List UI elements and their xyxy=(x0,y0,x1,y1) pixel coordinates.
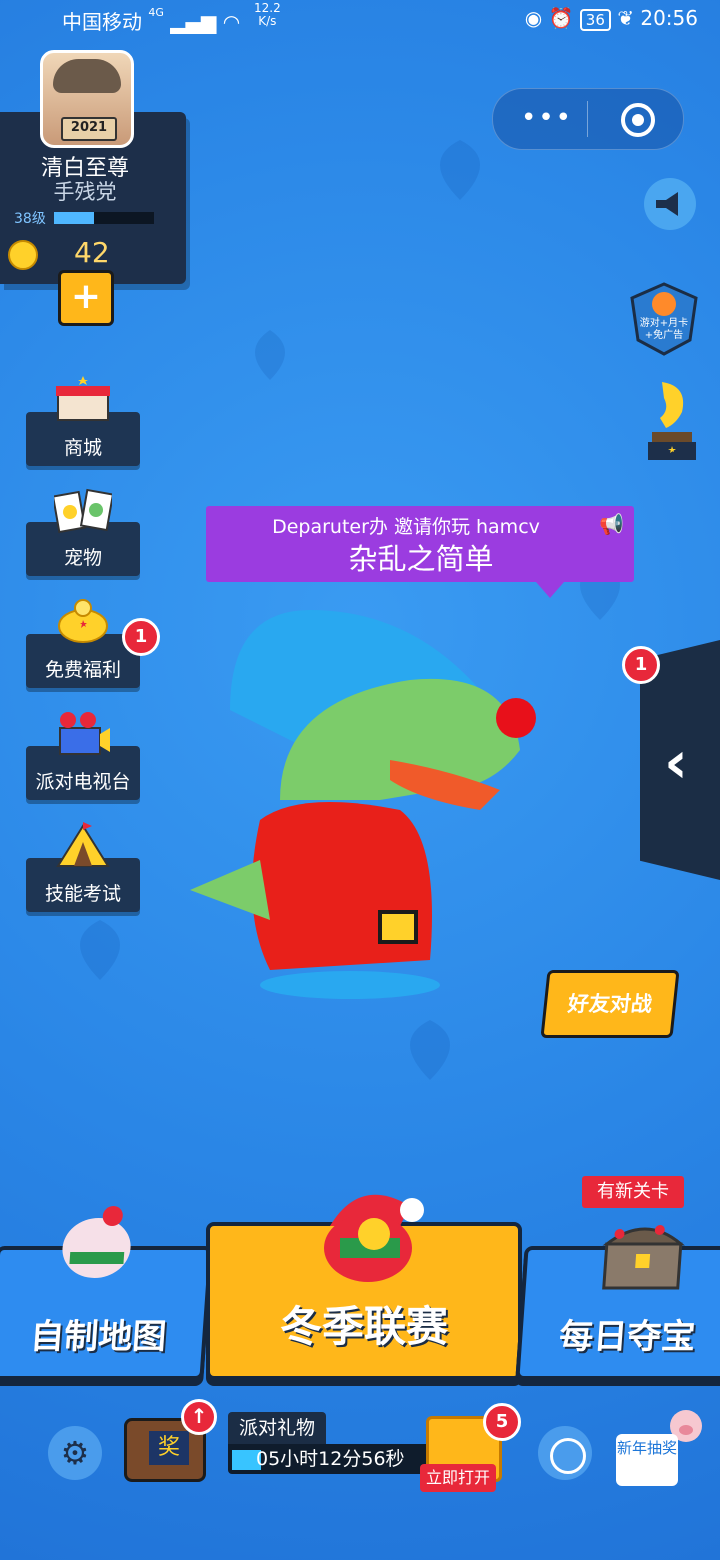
reward-tv-button[interactable]: 奖 ↑ xyxy=(124,1399,217,1482)
sidebar-item-pet[interactable]: 宠物 xyxy=(26,488,140,576)
avatar[interactable]: 2021 xyxy=(40,50,134,148)
rabbit-builder-icon xyxy=(62,1206,131,1278)
eye-icon: ◉ xyxy=(524,6,543,30)
clock: 20:56 xyxy=(640,6,698,30)
sidebar-item-label: 商城 xyxy=(63,437,102,459)
new-level-tag: 有新关卡 xyxy=(582,1176,684,1208)
megaphone-icon xyxy=(656,192,678,216)
close-target-icon[interactable] xyxy=(621,103,655,137)
sidebar-item-label: 派对电视台 xyxy=(35,771,131,793)
player-title: 手残党 xyxy=(53,180,117,204)
capsule-divider xyxy=(587,101,588,137)
gear-icon: ⚙ xyxy=(60,1434,90,1472)
network-speed: 12.2 K/s xyxy=(254,1,281,28)
coin-icon xyxy=(8,240,38,270)
coin-count: 42 xyxy=(74,236,110,269)
arrow-up-icon: ↑ xyxy=(181,1399,217,1435)
reward-tv-label: 奖 xyxy=(149,1431,189,1465)
daily-treasure-button[interactable]: 每日夺宝 xyxy=(515,1225,720,1380)
drawer-badge: 1 xyxy=(622,646,660,684)
wifi-icon: ◠ xyxy=(222,10,241,34)
battery-indicator: 36 xyxy=(579,9,611,31)
profile-card[interactable]: 2021 清白至尊 手残党 38级 42 xyxy=(0,50,186,284)
custom-map-button[interactable]: 自制地图 xyxy=(0,1206,213,1380)
chest-badge: 5 xyxy=(483,1403,521,1441)
avatar-year-tag: 2021 xyxy=(61,117,117,141)
add-coins-button[interactable]: + xyxy=(58,270,114,326)
party-gift-title: 派对礼物 xyxy=(228,1412,326,1444)
more-dots-icon[interactable]: ••• xyxy=(521,103,573,133)
level-progress-bar xyxy=(54,212,154,224)
notification-badge: 1 xyxy=(122,618,160,656)
friend-battle-button[interactable]: 好友对战 xyxy=(540,970,680,1038)
sidebar-item-label: 宠物 xyxy=(63,547,102,569)
tv-camera-icon xyxy=(59,712,110,755)
tent-icon xyxy=(56,822,110,867)
pet-cards-icon xyxy=(54,488,112,534)
leaderboard-trophy-button[interactable] xyxy=(632,374,700,464)
winter-league-label: 冬季联赛 xyxy=(279,1302,448,1351)
announcement-button[interactable] xyxy=(644,178,696,230)
treasure-chest-icon xyxy=(602,1225,685,1290)
chat-button[interactable] xyxy=(538,1426,592,1480)
open-now-button[interactable]: 立即打开 xyxy=(420,1464,496,1492)
winter-league-button[interactable]: 冬季联赛 xyxy=(206,1194,522,1380)
trophy-icon xyxy=(648,382,696,460)
status-bar: 中国移动 4G ▂▄▆ ◠ 12.2 K/s ◉ ⏰ 36 ❦ 20:56 xyxy=(0,0,720,40)
custom-map-label: 自制地图 xyxy=(28,1317,168,1357)
alarm-icon: ⏰ xyxy=(548,6,574,30)
carrier-label: 中国移动 xyxy=(62,10,142,34)
plus-icon: + xyxy=(70,276,102,317)
daily-treasure-label: 每日夺宝 xyxy=(557,1317,697,1357)
new-year-draw-label: 新年抽奖 xyxy=(616,1434,678,1486)
leaf-icon: ❦ xyxy=(617,6,634,30)
party-monthly-card-button[interactable]: 游对+月卡 +免广告 xyxy=(628,280,700,356)
sidebar-item-label: 技能考试 xyxy=(44,883,121,905)
mini-program-capsule: ••• xyxy=(492,88,684,150)
player-character-dinosaur[interactable] xyxy=(190,600,550,1000)
party-gift-countdown: 05小时12分56秒 xyxy=(256,1448,405,1470)
network-label: 4G xyxy=(148,6,164,19)
player-level: 38级 xyxy=(14,211,46,227)
sidebar-item-party-tv[interactable]: 派对电视台 xyxy=(26,712,140,800)
invite-bubble[interactable]: Deparuter办 邀请你玩 hamcv 杂乱之简单 📢 xyxy=(206,506,634,598)
winter-mascot-icon xyxy=(324,1194,424,1282)
party-monthly-card-label: 游对+月卡 +免广告 xyxy=(639,318,689,341)
party-gift-progress: 05小时12分56秒 xyxy=(228,1444,440,1474)
signal-icon: ▂▄▆ xyxy=(170,10,217,34)
sidebar-item-skill-exam[interactable]: 技能考试 xyxy=(26,822,140,912)
settings-button[interactable]: ⚙ xyxy=(48,1426,102,1480)
sidebar-item-shop[interactable]: 商城 xyxy=(26,376,140,466)
invite-room-name: 杂乱之简单 xyxy=(348,542,494,576)
sidebar-item-label: 免费福利 xyxy=(44,659,121,681)
sidebar-item-free-benefits[interactable]: 免费福利 1 xyxy=(26,599,160,688)
shop-icon xyxy=(56,376,110,421)
invite-message: Deparuter办 邀请你玩 hamcv xyxy=(272,516,540,538)
megaphone-icon: 📢 xyxy=(599,512,624,536)
party-gift-timer[interactable]: 派对礼物 05小时12分56秒 xyxy=(228,1412,440,1478)
piggy-bank-icon xyxy=(58,599,108,643)
chevron-left-icon: ‹ xyxy=(664,728,688,796)
level-progress-fill xyxy=(54,212,94,224)
new-year-draw-button[interactable]: 新年抽奖 xyxy=(614,1406,706,1488)
